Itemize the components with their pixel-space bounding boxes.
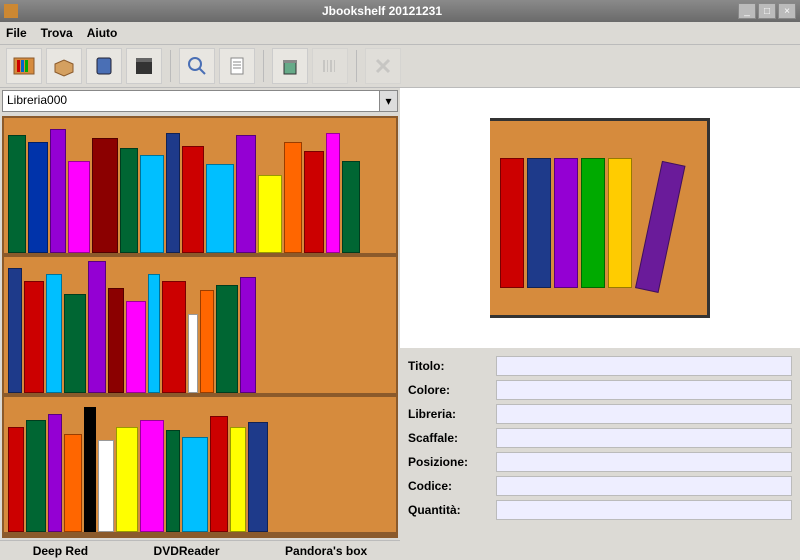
book-spine[interactable] bbox=[64, 434, 82, 532]
toolbar-film-button[interactable] bbox=[126, 48, 162, 84]
book-spine[interactable] bbox=[48, 414, 62, 532]
book-spine[interactable] bbox=[24, 281, 44, 393]
book-spine[interactable] bbox=[28, 142, 48, 254]
toolbar-trash-button[interactable] bbox=[272, 48, 308, 84]
field-colore[interactable] bbox=[496, 380, 792, 400]
toolbar-bookshelf-button[interactable] bbox=[6, 48, 42, 84]
library-selector[interactable]: Libreria000 ▾ bbox=[2, 90, 398, 112]
book-spine[interactable] bbox=[88, 261, 106, 392]
book-spine[interactable] bbox=[284, 142, 302, 254]
book-spine[interactable] bbox=[240, 277, 256, 393]
toolbar-search-button[interactable] bbox=[179, 48, 215, 84]
minimize-button[interactable]: _ bbox=[738, 3, 756, 19]
toolbar-separator bbox=[170, 50, 171, 82]
book-spine[interactable] bbox=[230, 427, 246, 532]
toolbar-delete-button bbox=[365, 48, 401, 84]
book-spine[interactable] bbox=[258, 175, 282, 254]
preview-book bbox=[581, 158, 605, 288]
toolbar-box-button[interactable] bbox=[46, 48, 82, 84]
book-spine[interactable] bbox=[206, 164, 234, 253]
book-spine[interactable] bbox=[8, 268, 22, 393]
library-selector-value: Libreria000 bbox=[3, 91, 379, 111]
book-spine[interactable] bbox=[200, 290, 214, 392]
preview-panel bbox=[400, 88, 800, 348]
label-titolo: Titolo: bbox=[408, 359, 488, 373]
label-codice: Codice: bbox=[408, 479, 488, 493]
book-spine[interactable] bbox=[326, 133, 340, 254]
toolbar-barcode-button bbox=[312, 48, 348, 84]
field-posizione[interactable] bbox=[496, 452, 792, 472]
book-spine[interactable] bbox=[108, 288, 124, 393]
book-spine[interactable] bbox=[148, 274, 160, 392]
field-codice[interactable] bbox=[496, 476, 792, 496]
label-libreria: Libreria: bbox=[408, 407, 488, 421]
label-quantita: Quantità: bbox=[408, 503, 488, 517]
label-posizione: Posizione: bbox=[408, 455, 488, 469]
book-spine[interactable] bbox=[188, 314, 198, 393]
book-spine[interactable] bbox=[182, 437, 208, 532]
status-right: Pandora's box bbox=[285, 544, 367, 558]
preview-book bbox=[635, 161, 686, 293]
toolbar-separator bbox=[356, 50, 357, 82]
preview-book bbox=[608, 158, 632, 288]
close-button[interactable]: × bbox=[778, 3, 796, 19]
menu-help[interactable]: Aiuto bbox=[87, 26, 118, 40]
book-spine[interactable] bbox=[140, 155, 164, 253]
status-center: DVDReader bbox=[154, 544, 220, 558]
book-spine[interactable] bbox=[182, 146, 204, 254]
bookshelf-view[interactable] bbox=[2, 116, 398, 538]
book-spine[interactable] bbox=[216, 285, 238, 393]
book-spine[interactable] bbox=[166, 430, 180, 532]
preview-book bbox=[527, 158, 551, 288]
label-colore: Colore: bbox=[408, 383, 488, 397]
toolbar-book-button[interactable] bbox=[86, 48, 122, 84]
book-spine[interactable] bbox=[116, 427, 138, 532]
preview-book bbox=[554, 158, 578, 288]
book-spine[interactable] bbox=[8, 135, 26, 253]
maximize-button[interactable]: □ bbox=[758, 3, 776, 19]
book-spine[interactable] bbox=[304, 151, 324, 253]
window-title: Jbookshelf 20121231 bbox=[26, 4, 738, 18]
book-spine[interactable] bbox=[68, 161, 90, 253]
book-spine[interactable] bbox=[50, 129, 66, 254]
app-icon bbox=[4, 4, 18, 18]
book-spine[interactable] bbox=[342, 161, 360, 253]
field-titolo[interactable] bbox=[496, 356, 792, 376]
book-spine[interactable] bbox=[84, 407, 96, 532]
book-spine[interactable] bbox=[64, 294, 86, 392]
menu-file[interactable]: File bbox=[6, 26, 27, 40]
field-quantita[interactable] bbox=[496, 500, 792, 520]
book-spine[interactable] bbox=[248, 422, 268, 532]
book-spine[interactable] bbox=[140, 420, 164, 532]
book-spine[interactable] bbox=[92, 138, 118, 254]
book-spine[interactable] bbox=[236, 135, 256, 253]
book-spine[interactable] bbox=[166, 133, 180, 254]
label-scaffale: Scaffale: bbox=[408, 431, 488, 445]
dropdown-icon[interactable]: ▾ bbox=[379, 91, 397, 111]
book-spine[interactable] bbox=[46, 274, 62, 392]
field-scaffale[interactable] bbox=[496, 428, 792, 448]
menu-find[interactable]: Trova bbox=[41, 26, 73, 40]
preview-book bbox=[500, 158, 524, 288]
book-spine[interactable] bbox=[8, 427, 24, 532]
field-libreria[interactable] bbox=[496, 404, 792, 424]
toolbar-document-button[interactable] bbox=[219, 48, 255, 84]
book-spine[interactable] bbox=[210, 416, 228, 532]
book-spine[interactable] bbox=[162, 281, 186, 393]
book-spine[interactable] bbox=[126, 301, 146, 393]
shelf-row bbox=[4, 257, 396, 396]
shelf-row bbox=[4, 118, 396, 257]
book-spine[interactable] bbox=[120, 148, 138, 253]
status-left: Deep Red bbox=[33, 544, 88, 558]
shelf-row bbox=[4, 397, 396, 536]
book-spine[interactable] bbox=[98, 440, 114, 532]
toolbar-separator bbox=[263, 50, 264, 82]
book-spine[interactable] bbox=[26, 420, 46, 532]
